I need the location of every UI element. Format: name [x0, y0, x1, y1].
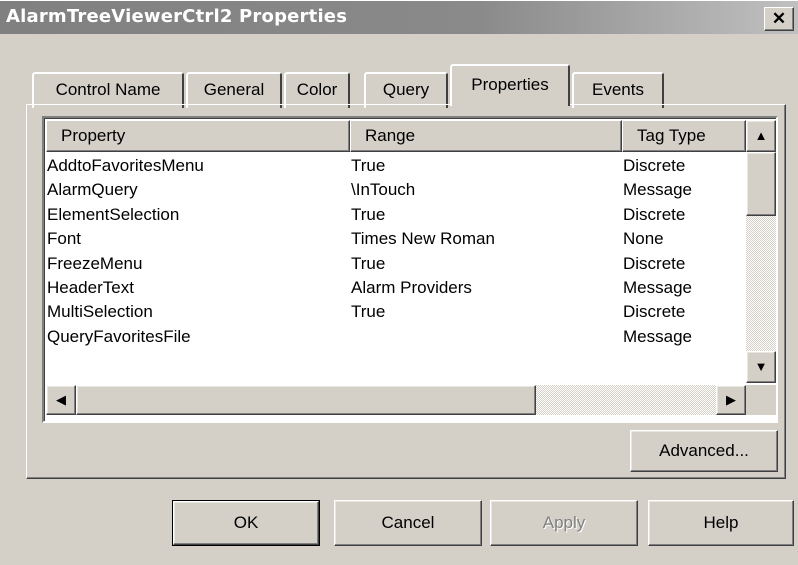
- tag-type-cell: Discrete: [623, 156, 686, 175]
- tab-properties[interactable]: Properties: [450, 64, 570, 106]
- property-cell: HeaderText: [47, 277, 134, 297]
- range-cell: Times New Roman: [351, 229, 495, 249]
- tab-control-name[interactable]: Control Name: [32, 72, 184, 108]
- tab-label: Events: [592, 80, 644, 99]
- list-rows: AddtoFavoritesMenu True Discrete AlarmQu…: [46, 154, 746, 349]
- range-cell: [350, 325, 622, 349]
- tab-events[interactable]: Events: [572, 72, 664, 108]
- tag-type-cell: Message: [623, 326, 692, 346]
- tab-label: Properties: [471, 75, 549, 94]
- list-row[interactable]: QueryFavoritesFile Message: [46, 325, 746, 349]
- tag-type-cell: Message: [623, 277, 692, 297]
- help-button[interactable]: Help: [648, 500, 794, 546]
- horizontal-scrollbar[interactable]: ◀ ▶: [46, 385, 746, 415]
- arrow-right-icon: ▶: [726, 392, 736, 407]
- vertical-scroll-thumb[interactable]: [746, 152, 776, 216]
- list-row[interactable]: Font Times New Roman None: [46, 227, 746, 251]
- arrow-left-icon: ◀: [56, 392, 66, 407]
- list-row[interactable]: ElementSelection True Discrete: [46, 203, 746, 227]
- range-cell: True: [351, 156, 386, 175]
- property-cell: Font: [47, 229, 82, 249]
- list-header: Property Range Tag Type: [46, 120, 746, 152]
- column-header-tag-type[interactable]: Tag Type: [622, 120, 746, 152]
- cancel-button[interactable]: Cancel: [334, 500, 482, 546]
- horizontal-scroll-thumb[interactable]: [76, 385, 536, 415]
- scrollbar-corner: [746, 385, 776, 415]
- range-cell: Alarm Providers: [351, 277, 472, 297]
- tab-label: Query: [382, 80, 430, 99]
- apply-button[interactable]: Apply: [490, 500, 638, 546]
- tab-general[interactable]: General: [186, 72, 282, 108]
- list-row[interactable]: AddtoFavoritesMenu True Discrete: [46, 154, 746, 178]
- advanced-button[interactable]: Advanced...: [630, 430, 778, 472]
- scroll-left-button[interactable]: ◀: [46, 385, 76, 415]
- tag-type-cell: Discrete: [623, 204, 686, 224]
- list-row[interactable]: FreezeMenu True Discrete: [46, 252, 746, 276]
- tag-type-cell: None: [623, 229, 664, 249]
- range-cell: True: [351, 204, 386, 224]
- range-cell: True: [351, 302, 386, 322]
- tag-type-cell: Discrete: [623, 253, 686, 273]
- list-row[interactable]: AlarmQuery \InTouch Message: [46, 178, 746, 202]
- arrow-up-icon: ▲: [754, 128, 768, 143]
- property-cell: FreezeMenu: [47, 253, 143, 273]
- tag-type-cell: Message: [623, 180, 692, 200]
- property-cell: AlarmQuery: [47, 180, 138, 200]
- close-icon: ✕: [771, 9, 787, 28]
- tag-type-cell: Discrete: [623, 302, 686, 322]
- scroll-right-button[interactable]: ▶: [716, 385, 746, 415]
- property-cell: AddtoFavoritesMenu: [47, 156, 204, 175]
- properties-list[interactable]: Property Range Tag Type AddtoFavoritesMe…: [42, 116, 778, 423]
- tab-color[interactable]: Color: [284, 72, 350, 108]
- column-header-property[interactable]: Property: [46, 120, 350, 152]
- vertical-scrollbar[interactable]: ▲ ▼: [746, 120, 776, 383]
- tab-label: Control Name: [55, 80, 161, 99]
- column-header-range[interactable]: Range: [350, 120, 622, 152]
- property-cell: MultiSelection: [47, 302, 153, 322]
- property-cell: QueryFavoritesFile: [47, 326, 191, 346]
- list-row[interactable]: MultiSelection True Discrete: [46, 300, 746, 324]
- title-bar[interactable]: AlarmTreeViewerCtrl2 Properties ✕: [0, 0, 798, 34]
- arrow-down-icon: ▼: [754, 359, 768, 374]
- tab-label: General: [203, 80, 265, 99]
- tab-query[interactable]: Query: [364, 72, 448, 108]
- property-cell: ElementSelection: [47, 204, 180, 224]
- scroll-up-button[interactable]: ▲: [746, 120, 776, 152]
- ok-button[interactable]: OK: [172, 500, 320, 546]
- range-cell: True: [351, 253, 386, 273]
- close-button[interactable]: ✕: [764, 7, 794, 31]
- tab-label: Color: [296, 80, 338, 99]
- window-title: AlarmTreeViewerCtrl2 Properties: [6, 6, 348, 27]
- scroll-down-button[interactable]: ▼: [746, 351, 776, 383]
- range-cell: \InTouch: [351, 180, 416, 200]
- list-row[interactable]: HeaderText Alarm Providers Message: [46, 276, 746, 300]
